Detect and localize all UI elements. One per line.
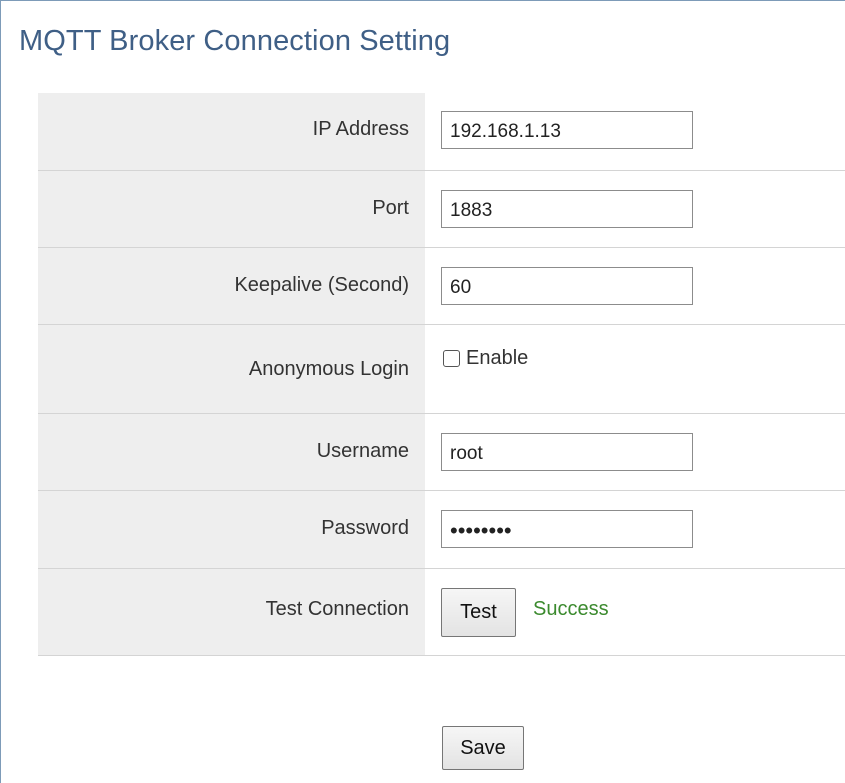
username-input[interactable]: [441, 433, 693, 471]
port-cell: [425, 171, 845, 247]
save-button[interactable]: Save: [442, 726, 524, 770]
settings-table: IP Address Port Keepalive (Second) Anony…: [38, 93, 845, 656]
port-label: Port: [38, 171, 425, 247]
row-username: Username: [38, 414, 845, 491]
row-keepalive: Keepalive (Second): [38, 248, 845, 325]
page-title: MQTT Broker Connection Setting: [19, 25, 451, 57]
row-ip-address: IP Address: [38, 93, 845, 171]
password-input[interactable]: [441, 510, 693, 548]
keepalive-cell: [425, 248, 845, 324]
settings-panel: MQTT Broker Connection Setting IP Addres…: [0, 0, 845, 783]
row-password: Password: [38, 491, 845, 569]
test-connection-label: Test Connection: [38, 569, 425, 655]
password-label: Password: [38, 491, 425, 568]
test-connection-cell: Test Success: [425, 569, 845, 655]
ip-address-label: IP Address: [38, 93, 425, 170]
port-input[interactable]: [441, 190, 693, 228]
username-cell: [425, 414, 845, 490]
connection-status-text: Success: [533, 598, 609, 620]
row-port: Port: [38, 171, 845, 248]
row-test-connection: Test Connection Test Success: [38, 569, 845, 656]
test-button[interactable]: Test: [441, 588, 516, 637]
username-label: Username: [38, 414, 425, 490]
keepalive-input[interactable]: [441, 267, 693, 305]
enable-checkbox-label[interactable]: Enable: [466, 347, 528, 370]
anonymous-login-cell: Enable: [425, 325, 845, 413]
row-anonymous-login: Anonymous Login Enable: [38, 325, 845, 414]
anonymous-login-option[interactable]: Enable: [443, 347, 528, 370]
ip-address-cell: [425, 93, 845, 170]
anonymous-login-checkbox[interactable]: [443, 350, 460, 367]
anonymous-login-label: Anonymous Login: [38, 325, 425, 413]
keepalive-label: Keepalive (Second): [38, 248, 425, 324]
ip-address-input[interactable]: [441, 111, 693, 149]
password-cell: [425, 491, 845, 568]
